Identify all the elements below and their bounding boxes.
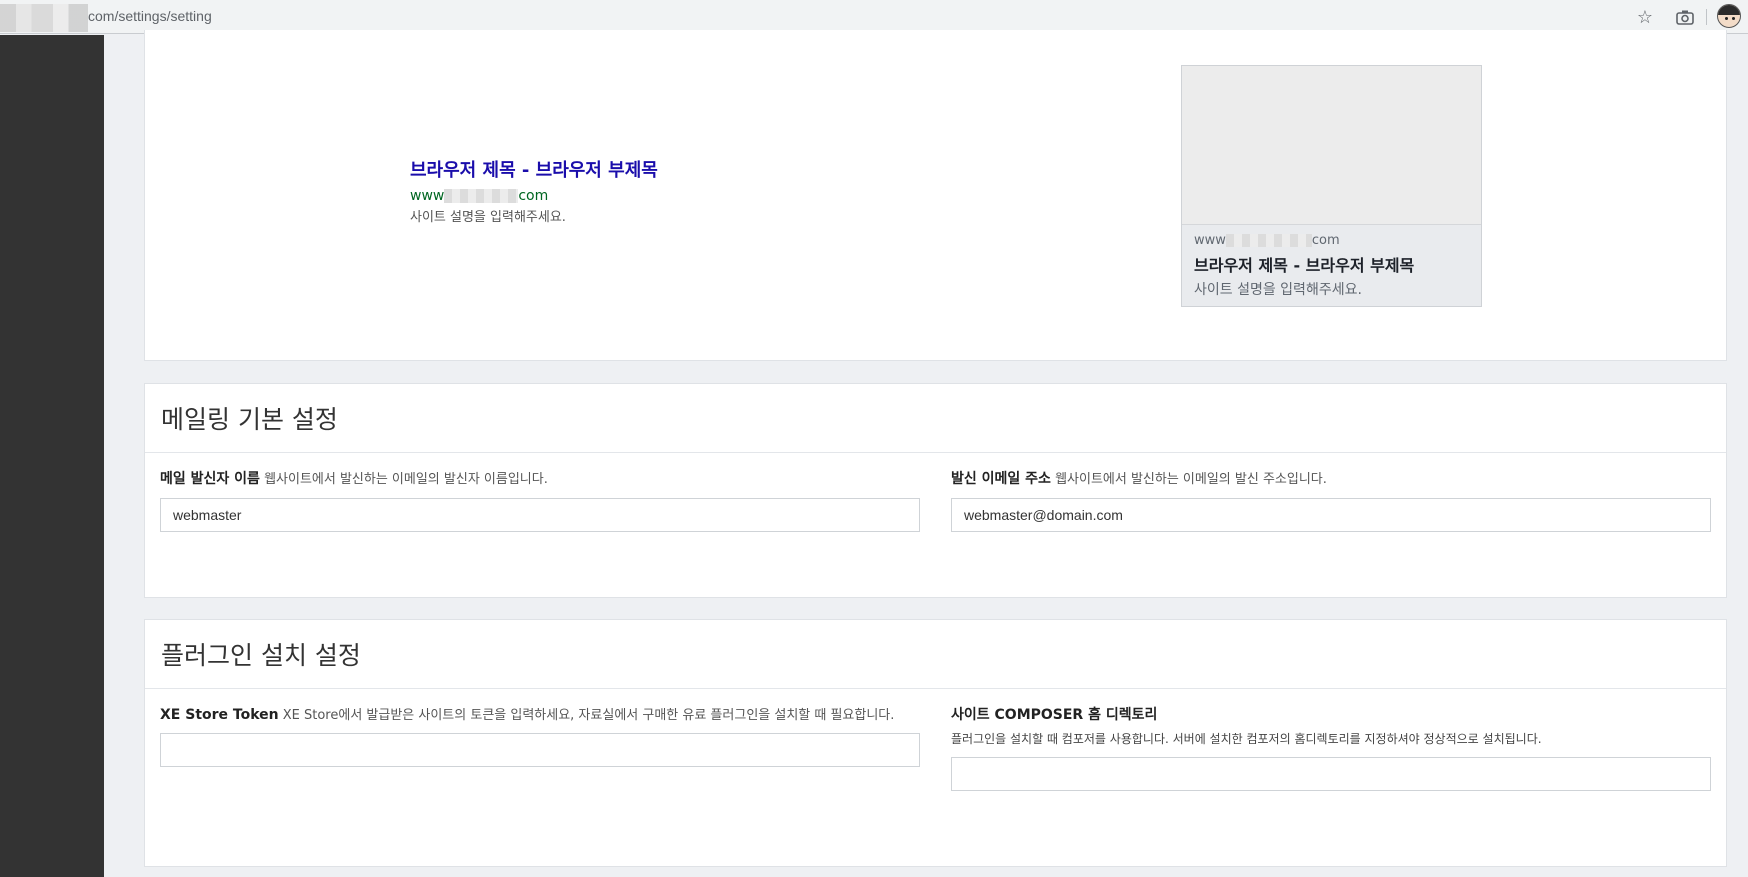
store-token-field: XE Store Token XE Store에서 발급받은 사이트의 토큰을 … (160, 704, 920, 767)
share-preview-title: 브라우저 제목 - 브라우저 부제목 (1194, 256, 1415, 275)
address-bar-url[interactable]: com/settings/setting (88, 8, 212, 24)
field-help: 웹사이트에서 발신하는 이메일의 발신자 이름입니다. (264, 472, 548, 487)
toolbar-separator (1706, 9, 1707, 25)
sender-email-input[interactable] (951, 498, 1711, 532)
field-help: 플러그인을 설치할 때 컴포저를 사용합니다. 서버에 설치한 컴포저의 홈디렉… (951, 732, 1542, 746)
composer-home-field: 사이트 COMPOSER 홈 디렉토리 플러그인을 설치할 때 컴포저를 사용합… (951, 704, 1711, 791)
browser-toolbar: com/settings/setting ☆ (0, 0, 1748, 34)
avatar[interactable] (1717, 4, 1741, 28)
share-preview-url: www com (1194, 233, 1340, 248)
panel-title: 플러그인 설치 설정 (161, 641, 361, 670)
field-label: XE Store Token (160, 707, 279, 723)
sender-email-field: 발신 이메일 주소 웹사이트에서 발신하는 이메일의 발신 주소입니다. (951, 468, 1711, 532)
share-image-placeholder (1182, 66, 1481, 225)
facebook-share-preview: www com 브라우저 제목 - 브라우저 부제목 사이트 설명을 입력해주세요… (1181, 65, 1482, 307)
sender-name-field: 메일 발신자 이름 웹사이트에서 발신하는 이메일의 발신자 이름입니다. (160, 468, 920, 532)
star-icon[interactable]: ☆ (1634, 6, 1656, 28)
share-preview-description: 사이트 설명을 입력해주세요. (1194, 282, 1362, 298)
camera-icon[interactable] (1673, 6, 1697, 28)
field-help: XE Store에서 발급받은 사이트의 토큰을 입력하세요, 자료실에서 구매… (282, 708, 895, 723)
search-preview-url: www com (410, 188, 549, 204)
store-token-input[interactable] (160, 733, 920, 767)
mailing-settings-panel: 메일링 기본 설정 메일 발신자 이름 웹사이트에서 발신하는 이메일의 발신자… (144, 383, 1727, 598)
composer-home-input[interactable] (951, 757, 1711, 791)
search-preview-description: 사이트 설명을 입력해주세요. (410, 210, 566, 225)
url-redacted (0, 4, 88, 32)
field-label: 발신 이메일 주소 (951, 471, 1051, 487)
url-redacted (1225, 234, 1312, 247)
field-label: 사이트 COMPOSER 홈 디렉토리 (951, 707, 1158, 723)
seo-preview-panel: 브라우저 제목 - 브라우저 부제목 www com 사이트 설명을 입력해주세요… (144, 30, 1727, 361)
admin-sidebar (0, 35, 104, 877)
search-result-preview: 브라우저 제목 - 브라우저 부제목 www com 사이트 설명을 입력해주세요… (410, 156, 658, 225)
field-label: 메일 발신자 이름 (160, 471, 260, 487)
url-redacted (444, 189, 519, 203)
search-preview-title: 브라우저 제목 - 브라우저 부제목 (410, 160, 658, 181)
field-help: 웹사이트에서 발신하는 이메일의 발신 주소입니다. (1055, 472, 1327, 487)
plugin-settings-panel: 플러그인 설치 설정 XE Store Token XE Store에서 발급받… (144, 619, 1727, 867)
sender-name-input[interactable] (160, 498, 920, 532)
panel-title: 메일링 기본 설정 (161, 405, 338, 434)
